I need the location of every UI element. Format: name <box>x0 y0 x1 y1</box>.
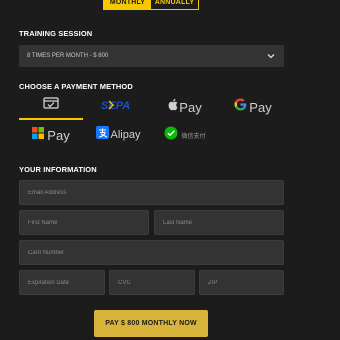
chevron-down-icon <box>264 49 278 63</box>
google-pay-label: Pay <box>249 99 272 115</box>
card-number-input[interactable] <box>20 241 283 265</box>
annually-tab[interactable]: ANNUALLY <box>151 0 198 9</box>
google-g-icon <box>234 98 247 116</box>
last-name-field[interactable] <box>154 210 284 235</box>
zip-input[interactable] <box>200 271 283 295</box>
expiration-date-field[interactable] <box>19 270 105 295</box>
training-session-value: 8 TIMES PER MONTH - $ 800 <box>27 53 109 59</box>
alipay-icon <box>95 126 109 144</box>
wechat-pay-label: 微信支付 <box>181 133 206 140</box>
first-name-field[interactable] <box>19 210 149 235</box>
svg-text:SEPA: SEPA <box>101 100 130 112</box>
last-name-input[interactable] <box>155 211 283 235</box>
zip-field[interactable] <box>199 270 284 295</box>
wechat-icon <box>164 126 178 145</box>
training-session-heading: TRAINING SESSION <box>19 29 93 38</box>
alipay-label: Alipay <box>110 129 141 141</box>
payment-method-sepa[interactable]: SEPA <box>92 94 144 120</box>
first-name-input[interactable] <box>20 211 148 235</box>
training-session-select[interactable]: 8 TIMES PER MONTH - $ 800 <box>19 45 284 67</box>
apple-pay-label: Pay <box>179 99 202 115</box>
email-input[interactable] <box>20 181 283 205</box>
expiration-date-input[interactable] <box>20 271 104 295</box>
monthly-tab[interactable]: MONTHLY <box>104 0 151 9</box>
microsoft-pay-label: Pay <box>47 127 70 143</box>
card-number-field[interactable] <box>19 240 284 265</box>
payment-method-apple-pay[interactable]: Pay <box>160 94 210 120</box>
your-information-heading: YOUR INFORMATION <box>19 165 97 174</box>
email-field[interactable] <box>19 180 284 205</box>
billing-period-toggle: MONTHLY ANNUALLY <box>103 0 199 10</box>
cvc-field[interactable] <box>109 270 195 295</box>
pay-now-button[interactable]: PAY $ 800 MONTHLY NOW <box>94 310 208 337</box>
payment-method-wechat-pay[interactable]: 微信支付 <box>160 122 210 148</box>
sepa-icon: SEPA <box>99 97 137 118</box>
card-icon <box>43 97 59 115</box>
microsoft-icon <box>32 126 45 144</box>
payment-method-microsoft-pay[interactable]: Pay <box>28 122 74 148</box>
payment-method-alipay[interactable]: Alipay <box>92 122 144 148</box>
cvc-input[interactable] <box>110 271 194 295</box>
apple-icon <box>168 98 179 116</box>
payment-method-google-pay[interactable]: Pay <box>228 94 278 120</box>
payment-method-card[interactable] <box>19 94 83 120</box>
payment-method-heading: CHOOSE A PAYMENT METHOD <box>19 82 133 91</box>
